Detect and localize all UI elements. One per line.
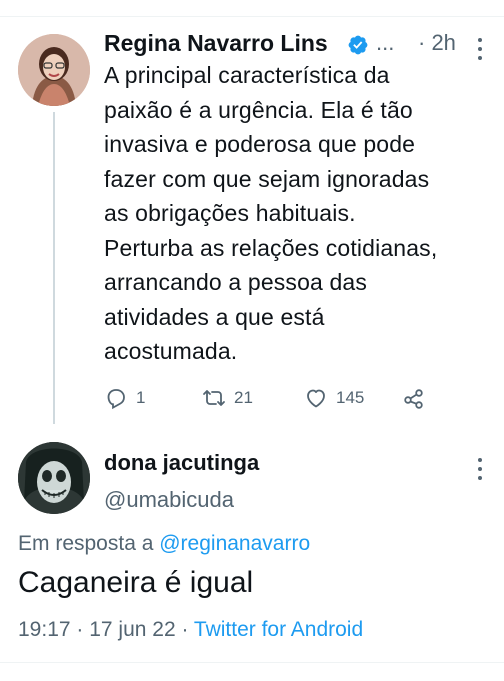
tweet-body-line: paixão é a urgência. Ela é tão [104,96,413,123]
retweet-icon [203,390,225,406]
tweet-time[interactable]: · 2h [418,30,456,56]
reply-meta: 19:17 · 17 jun 22 · Twitter for Android [18,618,363,642]
author-name[interactable]: Regina Navarro Lins [104,30,328,57]
reply-mention-link[interactable]: @reginanavarro [159,532,310,555]
verified-badge-icon [348,35,368,55]
tweet-header: Regina Navarro Lins ... · 2h [104,30,494,60]
tweet-body-line: atividades a que está [104,303,325,330]
author-avatar[interactable] [18,34,90,106]
name-overflow: ... [376,30,395,55]
reply-author-handle[interactable]: @umabicuda [104,487,234,513]
in-reply-prefix: Em resposta a [18,532,160,555]
like-icon [307,389,325,408]
tweet-source-link[interactable]: Twitter for Android [194,618,363,641]
reply-button[interactable]: 1 [104,386,145,410]
in-reply-to: Em resposta a @reginanavarro [18,532,310,556]
tweet-body-line: fazer com que sejam ignoradas [104,165,430,192]
tweet-body-line: as obrigações habituais. [104,200,356,226]
retweet-button[interactable]: 21 [202,386,253,410]
like-count: 145 [336,388,365,407]
reply-text: Caganeira é igual [18,566,254,599]
tweet-body-line: Perturba as relações cotidianas, [104,234,438,261]
share-button[interactable] [402,386,426,410]
reply-author-name[interactable]: dona jacutinga [104,450,259,476]
tweet-body-line: arrancando a pessoa das [104,269,368,295]
like-button[interactable]: 145 [304,386,364,410]
reply-count: 1 [136,388,146,407]
reply-author-avatar[interactable] [18,442,90,514]
action-bar: 1 21 145 [104,386,434,412]
retweet-count: 21 [234,388,253,407]
tweet-body-line: invasiva e poderosa que pode [104,131,416,157]
bottom-divider [0,662,504,663]
reply-icon [107,389,125,410]
tweet-body-line: A principal característica da [104,62,390,88]
more-icon[interactable] [474,456,486,482]
tweet-body: A principal característica da paixão é a… [104,58,496,369]
top-divider [0,16,504,17]
tweet-body-line: acostumada. [104,338,238,364]
thread-line [53,112,55,424]
share-icon [404,389,423,409]
reply-timestamp[interactable]: 19:17 · 17 jun 22 · [18,618,194,641]
